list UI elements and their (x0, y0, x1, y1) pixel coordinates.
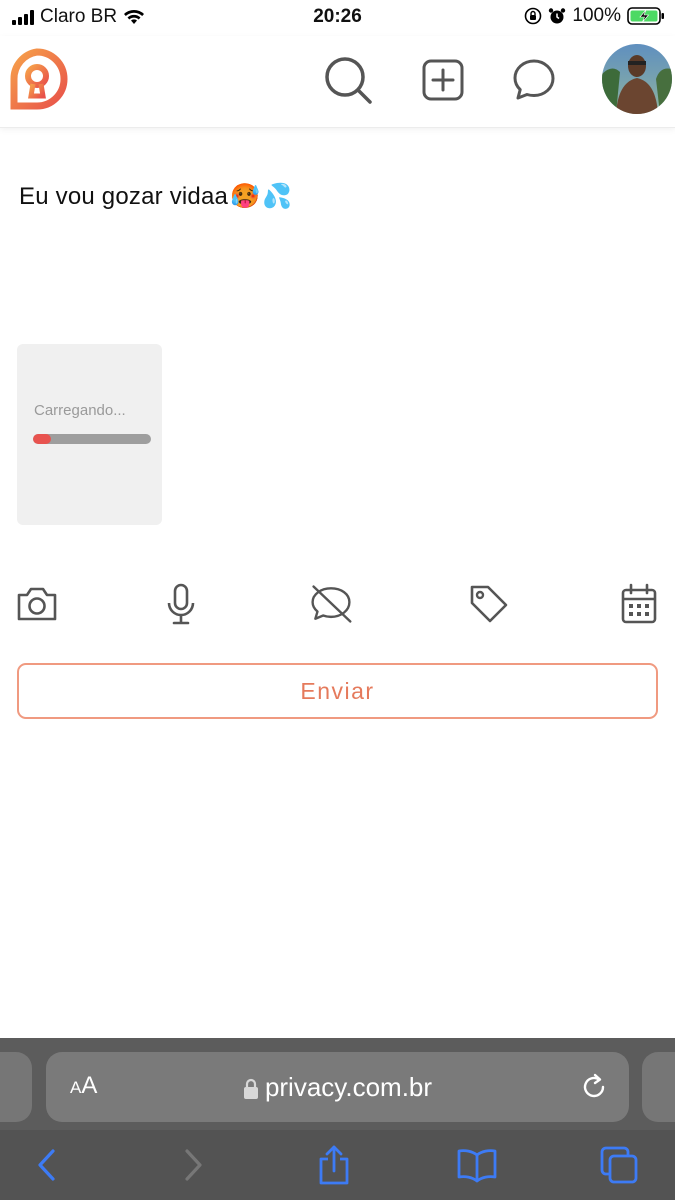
sweat-droplets-emoji: 💦 (262, 183, 293, 210)
calendar-icon[interactable] (616, 580, 662, 628)
upload-progress-fill (33, 434, 51, 444)
orientation-lock-icon (525, 7, 542, 25)
forward-icon[interactable] (170, 1142, 216, 1188)
post-text: Eu vou gozar vidaa 🥵 💦 (19, 182, 292, 211)
status-bar: Claro BR 20:26 100% (0, 0, 675, 36)
add-post-icon[interactable] (417, 54, 469, 106)
tag-icon[interactable] (466, 580, 512, 628)
alarm-icon (549, 8, 566, 24)
microphone-icon[interactable] (158, 580, 204, 628)
battery-percent: 100% (572, 5, 621, 26)
upload-progress-bar (33, 434, 151, 444)
media-upload-card[interactable]: Carregando... (17, 344, 162, 525)
battery-charging-icon (627, 7, 664, 25)
reload-icon[interactable] (581, 1072, 609, 1107)
status-right: 100% (524, 5, 665, 27)
browser-bottom-bar: AA privacy.com.br (0, 1038, 675, 1200)
post-text-content: Eu vou gozar vidaa (19, 182, 229, 210)
address-bar[interactable]: AA privacy.com.br (46, 1052, 629, 1122)
next-tab-preview[interactable] (642, 1052, 675, 1122)
url-display[interactable]: privacy.com.br (46, 1072, 629, 1103)
bookmarks-icon[interactable] (454, 1142, 500, 1188)
loading-label: Carregando... (34, 402, 126, 419)
back-icon[interactable] (24, 1142, 70, 1188)
browser-nav-row (0, 1130, 675, 1200)
camera-icon[interactable] (14, 580, 60, 628)
hot-face-emoji: 🥵 (230, 183, 261, 210)
share-icon[interactable] (311, 1142, 357, 1188)
profile-avatar[interactable] (602, 44, 672, 114)
url-text: privacy.com.br (264, 1072, 433, 1102)
app-header (0, 36, 675, 128)
lock-icon (243, 1079, 258, 1100)
search-icon[interactable] (322, 54, 374, 106)
hide-comments-icon[interactable] (308, 580, 354, 628)
post-toolbar (0, 580, 675, 630)
tabs-icon[interactable] (596, 1142, 642, 1188)
previous-tab-preview[interactable] (0, 1052, 32, 1122)
messages-icon[interactable] (508, 54, 560, 106)
privacy-logo-icon[interactable] (6, 48, 68, 114)
send-button[interactable]: Enviar (17, 663, 658, 719)
